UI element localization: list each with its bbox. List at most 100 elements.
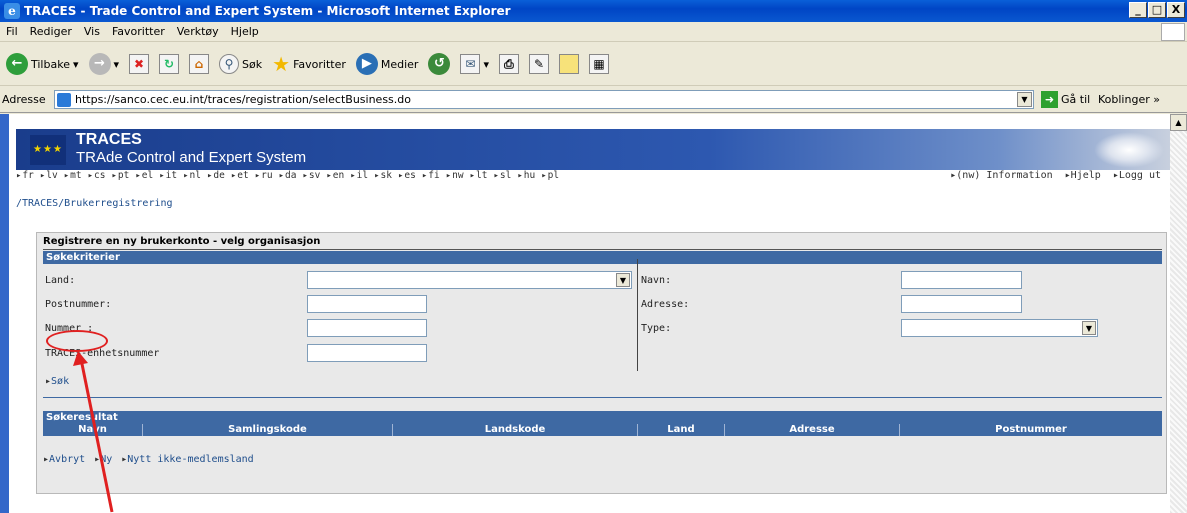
menu-edit[interactable]: Rediger — [24, 25, 78, 38]
search-button[interactable]: ⚲ Søk — [217, 49, 264, 79]
print-icon: ⎙ — [498, 54, 519, 74]
title-divider — [43, 249, 1162, 250]
column-divider — [637, 259, 638, 371]
star-icon: ★ — [272, 52, 291, 76]
lang-mt[interactable]: mt — [64, 170, 82, 181]
search-icon: ⚲ — [219, 54, 240, 74]
address-bar: Adresse https://sanco.cec.eu.int/traces/… — [0, 87, 1187, 113]
go-arrow-icon: ➜ — [1041, 91, 1058, 108]
lang-fr[interactable]: fr — [16, 170, 34, 181]
address-dropdown-icon[interactable]: ▼ — [1017, 92, 1032, 107]
menu-file[interactable]: Fil — [0, 25, 24, 38]
home-button[interactable]: ⌂ — [187, 49, 211, 79]
banner-title: TRACES — [76, 131, 142, 148]
stop-button[interactable]: ✖ — [127, 49, 151, 79]
lang-lv[interactable]: lv — [40, 170, 58, 181]
postcode-label: Postnummer: — [45, 299, 112, 310]
lang-sl[interactable]: sl — [494, 170, 512, 181]
new-link[interactable]: Ny — [94, 454, 112, 465]
lang-et[interactable]: et — [231, 170, 249, 181]
menu-bar: Fil Rediger Vis Favoritter Verktøy Hjelp — [0, 22, 1187, 42]
scroll-up-icon[interactable]: ▲ — [1170, 114, 1187, 131]
research-icon: ▦ — [588, 54, 609, 74]
information-link[interactable]: (nw) Information — [950, 170, 1052, 181]
go-button[interactable]: ➜ Gå til — [1041, 91, 1090, 108]
search-link[interactable]: Søk — [45, 376, 69, 387]
lang-en[interactable]: en — [326, 170, 344, 181]
logout-link[interactable]: Logg ut — [1113, 170, 1161, 181]
close-button[interactable]: X — [1167, 2, 1185, 18]
lang-de[interactable]: de — [207, 170, 225, 181]
lang-nl[interactable]: nl — [183, 170, 201, 181]
menu-help[interactable]: Hjelp — [225, 25, 265, 38]
traces-unit-input[interactable] — [307, 344, 427, 362]
lang-nw[interactable]: nw — [446, 170, 464, 181]
minimize-button[interactable]: _ — [1129, 2, 1147, 18]
research-button[interactable]: ▦ — [587, 49, 611, 79]
menu-favorites[interactable]: Favoritter — [106, 25, 171, 38]
col-country[interactable]: Land — [638, 424, 725, 436]
lang-il[interactable]: il — [350, 170, 368, 181]
lang-cs[interactable]: cs — [88, 170, 106, 181]
back-button[interactable]: ← Tilbake ▾ — [4, 49, 81, 79]
lang-el[interactable]: el — [135, 170, 153, 181]
results-column-headers: Navn Samlingskode Landskode Land Adresse… — [43, 424, 1162, 436]
name-label: Navn: — [641, 275, 672, 286]
lang-sv[interactable]: sv — [303, 170, 321, 181]
lang-pt[interactable]: pt — [112, 170, 130, 181]
forward-button[interactable]: → ▾ — [87, 49, 122, 79]
number-input[interactable] — [307, 319, 427, 337]
maximize-button[interactable]: □ — [1148, 2, 1166, 18]
address-input[interactable]: https://sanco.cec.eu.int/traces/registra… — [54, 90, 1034, 109]
favorites-button[interactable]: ★ Favoritter — [270, 49, 348, 79]
section-divider — [43, 397, 1162, 398]
forward-arrow-icon: → — [88, 53, 111, 75]
help-link[interactable]: Hjelp — [1065, 170, 1101, 181]
lang-da[interactable]: da — [279, 170, 297, 181]
menu-view[interactable]: Vis — [78, 25, 106, 38]
lang-fi[interactable]: fi — [422, 170, 440, 181]
traces-banner: ★★★ TRACES TRAde Control and Expert Syst… — [16, 129, 1170, 170]
media-button[interactable]: ▶ Medier — [354, 49, 421, 79]
type-label: Type: — [641, 323, 672, 334]
breadcrumb[interactable]: /TRACES/Brukerregistrering — [16, 198, 173, 209]
name-input[interactable] — [901, 271, 1022, 289]
links-button[interactable]: Koblinger » — [1098, 93, 1160, 106]
vertical-scrollbar[interactable]: ▲ — [1170, 114, 1187, 513]
stop-icon: ✖ — [129, 54, 150, 74]
page-icon — [57, 92, 71, 107]
home-icon: ⌂ — [189, 54, 210, 74]
lang-ru[interactable]: ru — [255, 170, 273, 181]
postcode-input[interactable] — [307, 295, 427, 313]
lang-it[interactable]: it — [159, 170, 177, 181]
lang-pl[interactable]: pl — [541, 170, 559, 181]
refresh-icon: ↻ — [159, 54, 180, 74]
menu-tools[interactable]: Verktøy — [171, 25, 225, 38]
address-field-input[interactable] — [901, 295, 1022, 313]
col-address[interactable]: Adresse — [725, 424, 900, 436]
print-button[interactable]: ⎙ — [497, 49, 521, 79]
cancel-link[interactable]: Avbryt — [43, 454, 85, 465]
new-non-member-country-link[interactable]: Nytt ikke-medlemsland — [121, 454, 253, 465]
col-collection-code[interactable]: Samlingskode — [143, 424, 393, 436]
col-name[interactable]: Navn — [43, 424, 143, 436]
country-select[interactable]: ▼ — [307, 271, 632, 289]
lang-es[interactable]: es — [398, 170, 416, 181]
chevron-down-icon: ▼ — [616, 273, 630, 287]
lang-lt[interactable]: lt — [470, 170, 488, 181]
mail-button[interactable]: ✉ ▾ — [458, 49, 491, 79]
history-button[interactable]: ↺ — [426, 49, 452, 79]
edit-button[interactable]: ✎ — [527, 49, 551, 79]
col-country-code[interactable]: Landskode — [393, 424, 638, 436]
address-url: https://sanco.cec.eu.int/traces/registra… — [75, 93, 411, 106]
eu-flag-icon: ★★★ — [30, 135, 66, 165]
ie-icon: e — [4, 3, 20, 19]
lang-sk[interactable]: sk — [374, 170, 392, 181]
page-content: ★★★ TRACES TRAde Control and Expert Syst… — [0, 114, 1187, 513]
lang-hu[interactable]: hu — [517, 170, 535, 181]
type-select[interactable]: ▼ — [901, 319, 1098, 337]
history-icon: ↺ — [428, 53, 451, 75]
col-postcode[interactable]: Postnummer — [900, 424, 1162, 436]
refresh-button[interactable]: ↻ — [157, 49, 181, 79]
discuss-button[interactable] — [557, 49, 581, 79]
